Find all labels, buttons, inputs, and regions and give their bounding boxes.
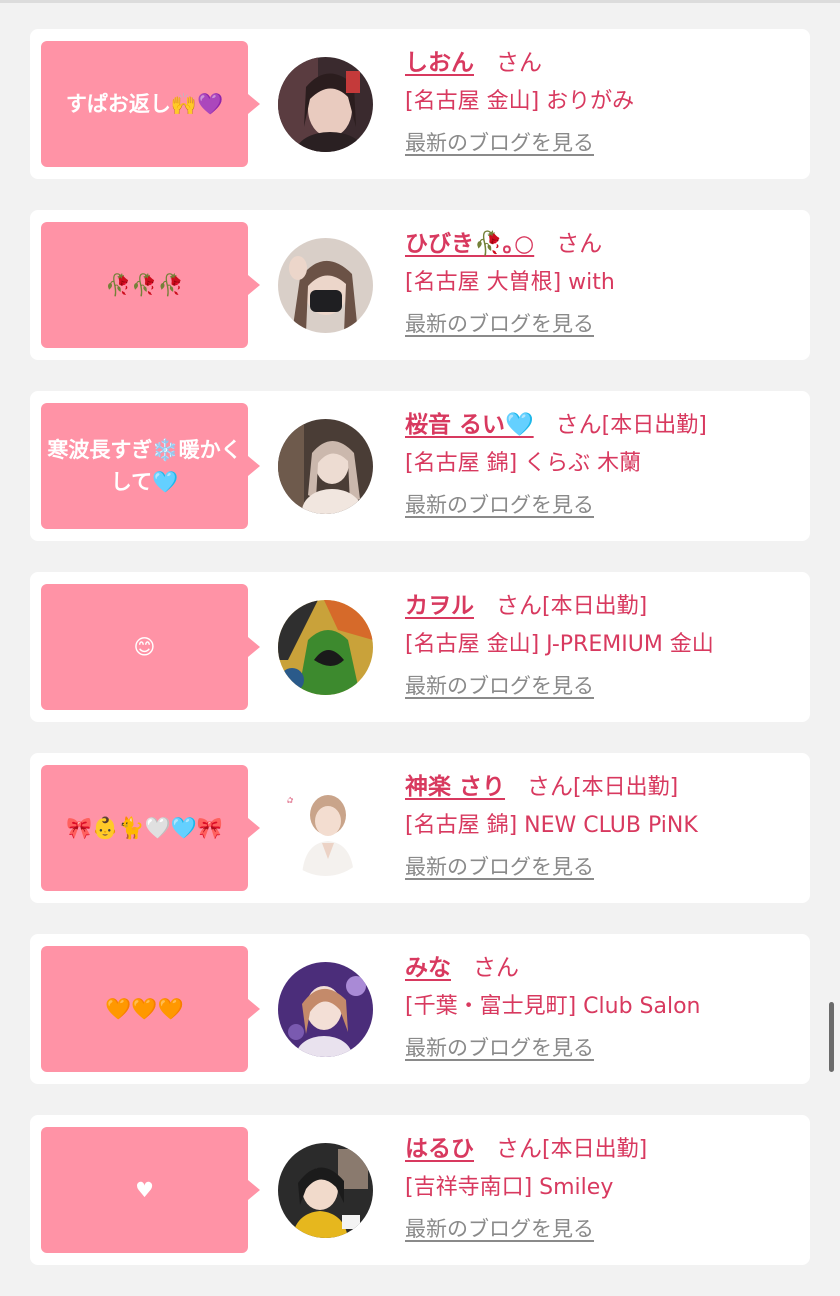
list-item: すぱお返し🙌💜 しおん さん [名古屋 金山] おりがみ 最新のブログを見る [30,29,810,179]
shop-label: [千葉・富士見町] Club Salon [405,994,701,1019]
latest-blog-link[interactable]: 最新のブログを見る [405,308,594,338]
list-item: 🥀🥀🥀 ひびき🥀｡○ さん [名古屋 大曽根] with 最新のブログを見る [30,210,810,360]
scrollbar[interactable] [829,1002,834,1072]
hostess-name-link[interactable]: みな [405,948,451,982]
avatar[interactable] [278,419,373,514]
avatar[interactable] [278,600,373,695]
hostess-name-link[interactable]: ひびき🥀｡○ [405,224,534,258]
honorific: さん [496,1136,542,1162]
honorific: さん [555,412,602,438]
honorific: さん [473,955,519,981]
hostess-info: はるひ さん [本日出勤] [吉祥寺南口] Smiley 最新のブログを見る [405,1129,805,1243]
hostess-info: カヲル さん [本日出勤] [名古屋 金山] J-PREMIUM 金山 最新のブ… [405,586,805,700]
list-item: ♥ はるひ さん [本日出勤] [吉祥寺南口] Smiley 最新のブログを見る [30,1115,810,1265]
shop-label: [名古屋 金山] J-PREMIUM 金山 [405,632,714,657]
shop-label: [吉祥寺南口] Smiley [405,1175,614,1200]
message-bubble: 寒波長すぎ❄️暖かくして🩵 [41,403,260,529]
message-bubble: 🎀👶🐈🤍🩵🎀 [41,765,260,891]
svg-text:✿: ✿ [286,795,294,805]
avatar[interactable] [278,962,373,1057]
list-item: 🎀👶🐈🤍🩵🎀 ✿ 神楽 さり さん [本日出勤] [名古屋 錦] NEW CLU… [30,753,810,903]
list-item: 😊 カヲル さん [本日出勤] [名古屋 金山] J-PREMIUM 金山 最新… [30,572,810,722]
honorific: さん [496,593,542,619]
hostess-name-link[interactable]: 桜音 るい🩵 [405,405,534,439]
message-bubble: すぱお返し🙌💜 [41,41,260,167]
latest-blog-link[interactable]: 最新のブログを見る [405,127,594,157]
shop-label: [名古屋 金山] おりがみ [405,89,635,114]
hostess-info: 神楽 さり さん [本日出勤] [名古屋 錦] NEW CLUB PiNK 最新… [405,767,805,881]
avatar[interactable]: ✿ [278,781,373,876]
hostess-name-link[interactable]: はるひ [405,1129,474,1163]
latest-blog-link[interactable]: 最新のブログを見る [405,670,594,700]
avatar[interactable] [278,238,373,333]
hostess-name-link[interactable]: カヲル [405,586,474,620]
shift-status: [本日出勤] [542,594,648,619]
shift-status: [本日出勤] [601,413,707,438]
top-divider [0,0,840,3]
hostess-info: ひびき🥀｡○ さん [名古屋 大曽根] with 最新のブログを見る [405,224,805,338]
honorific: さん [556,231,603,257]
honorific: さん [496,50,542,76]
honorific: さん [527,774,574,800]
latest-blog-link[interactable]: 最新のブログを見る [405,489,594,519]
hostess-info: みな さん [千葉・富士見町] Club Salon 最新のブログを見る [405,948,805,1062]
shop-label: [名古屋 大曽根] with [405,270,615,295]
list-item: 🧡🧡🧡 みな さん [千葉・富士見町] Club Salon 最新のブログを見る [30,934,810,1084]
message-bubble: 😊 [41,584,260,710]
blog-list: すぱお返し🙌💜 しおん さん [名古屋 金山] おりがみ 最新のブログを見る 🥀… [30,29,810,1296]
hostess-info: しおん さん [名古屋 金山] おりがみ 最新のブログを見る [405,43,805,157]
list-item: 寒波長すぎ❄️暖かくして🩵 桜音 るい🩵 さん [本日出勤] [名古屋 錦] く… [30,391,810,541]
hostess-name-link[interactable]: 神楽 さり [405,767,505,801]
shop-label: [名古屋 錦] NEW CLUB PiNK [405,813,698,838]
shift-status: [本日出勤] [573,775,679,800]
avatar[interactable] [278,57,373,152]
message-bubble: 🧡🧡🧡 [41,946,260,1072]
avatar[interactable] [278,1143,373,1238]
latest-blog-link[interactable]: 最新のブログを見る [405,1213,594,1243]
message-bubble: ♥ [41,1127,260,1253]
shift-status: [本日出勤] [542,1137,648,1162]
hostess-name-link[interactable]: しおん [405,43,474,77]
latest-blog-link[interactable]: 最新のブログを見る [405,851,594,881]
message-bubble: 🥀🥀🥀 [41,222,260,348]
latest-blog-link[interactable]: 最新のブログを見る [405,1032,594,1062]
shop-label: [名古屋 錦] くらぶ 木蘭 [405,451,642,476]
hostess-info: 桜音 るい🩵 さん [本日出勤] [名古屋 錦] くらぶ 木蘭 最新のブログを見… [405,405,805,519]
